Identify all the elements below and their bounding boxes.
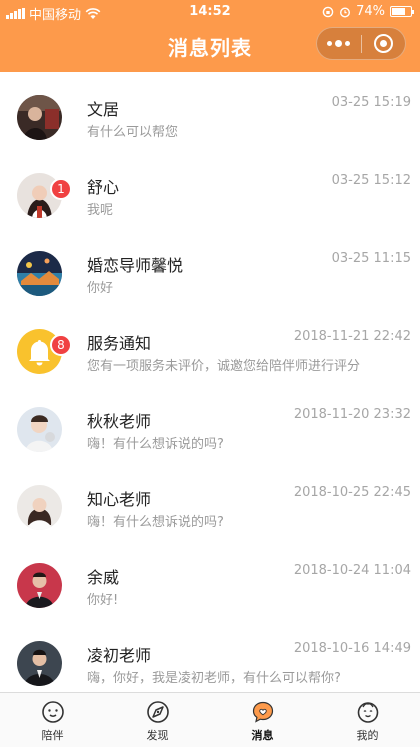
tab-bar: 陪伴 发现 消息 我的 <box>0 692 420 747</box>
avatar <box>17 563 62 608</box>
contact-name: 婚恋导师馨悦 <box>87 256 184 275</box>
avatar <box>17 95 62 140</box>
message-row[interactable]: 婚恋导师馨悦 你好 03-25 11:15 <box>0 228 420 306</box>
message-time: 03-25 15:12 <box>331 173 411 188</box>
unread-badge: 1 <box>50 178 72 200</box>
unread-badge: 8 <box>50 334 72 356</box>
rotation-lock-icon <box>322 6 334 17</box>
message-row[interactable]: 知心老师 嗨！有什么想诉说的吗? 2018-10-25 22:45 <box>0 462 420 540</box>
message-preview: 我呢 <box>87 203 114 218</box>
message-preview: 嗨！有什么想诉说的吗? <box>87 437 224 452</box>
message-preview: 你好 <box>87 281 114 296</box>
message-time: 03-25 11:15 <box>331 251 411 266</box>
message-row[interactable]: 余威 你好! 2018-10-24 11:04 <box>0 540 420 618</box>
avatar <box>17 641 62 686</box>
close-miniprogram-button[interactable] <box>362 28 406 59</box>
smile-face-icon <box>41 701 64 723</box>
message-preview: 嗨，你好，我是凌初老师，有什么可以帮你? <box>87 671 341 686</box>
battery-percent: 74% <box>356 4 385 19</box>
message-preview: 您有一项服务未评价，诚邀您给陪伴师进行评分 <box>87 359 361 374</box>
header-bar: 中国移动 14:52 74% 消息列表 <box>0 0 420 72</box>
message-time: 2018-11-21 22:42 <box>293 329 411 344</box>
status-bar: 中国移动 14:52 74% <box>0 0 420 24</box>
more-dots-icon <box>327 40 351 47</box>
tab-discover[interactable]: 发现 <box>105 693 210 747</box>
contact-name: 服务通知 <box>87 334 152 353</box>
message-row[interactable]: 文居 有什么可以帮您 03-25 15:19 <box>0 72 420 150</box>
alarm-icon <box>340 6 351 18</box>
message-time: 2018-10-16 14:49 <box>293 641 411 656</box>
tab-label: 我的 <box>356 729 379 742</box>
contact-name: 文居 <box>87 100 120 119</box>
chat-bubble-icon <box>252 701 273 723</box>
avatar <box>17 407 62 452</box>
message-row[interactable]: 凌初老师 嗨，你好，我是凌初老师，有什么可以帮你? 2018-10-16 14:… <box>0 618 420 696</box>
tab-label: 消息 <box>251 729 274 742</box>
target-icon <box>373 34 393 53</box>
message-preview: 你好! <box>87 593 119 608</box>
message-time: 03-25 15:19 <box>331 95 411 110</box>
avatar <box>17 251 62 296</box>
compass-icon <box>146 701 169 723</box>
tab-companion[interactable]: 陪伴 <box>0 693 105 747</box>
message-row[interactable]: 1 舒心 我呢 03-25 15:12 <box>0 150 420 228</box>
tab-label: 陪伴 <box>41 729 64 742</box>
avatar <box>17 485 62 530</box>
tab-messages[interactable]: 消息 <box>210 693 315 747</box>
tab-label: 发现 <box>146 729 169 742</box>
message-preview: 嗨！有什么想诉说的吗? <box>87 515 224 530</box>
more-button[interactable] <box>317 28 361 59</box>
message-row[interactable]: 8 服务通知 您有一项服务未评价，诚邀您给陪伴师进行评分 2018-11-21 … <box>0 306 420 384</box>
contact-name: 凌初老师 <box>87 646 152 665</box>
profile-face-icon <box>357 702 378 723</box>
message-row[interactable]: 秋秋老师 嗨！有什么想诉说的吗? 2018-11-20 23:32 <box>0 384 420 462</box>
battery-icon <box>390 6 414 17</box>
message-time: 2018-11-20 23:32 <box>293 407 411 422</box>
message-list: 文居 有什么可以帮您 03-25 15:19 1 舒心 我呢 03-25 15:… <box>0 72 420 696</box>
contact-name: 舒心 <box>87 178 120 197</box>
tab-profile[interactable]: 我的 <box>315 693 420 747</box>
message-time: 2018-10-24 11:04 <box>293 563 411 578</box>
contact-name: 余威 <box>87 568 120 587</box>
contact-name: 秋秋老师 <box>87 412 152 431</box>
miniprogram-capsule <box>316 27 406 60</box>
contact-name: 知心老师 <box>87 490 152 509</box>
message-preview: 有什么可以帮您 <box>87 125 179 140</box>
message-time: 2018-10-25 22:45 <box>293 485 411 500</box>
